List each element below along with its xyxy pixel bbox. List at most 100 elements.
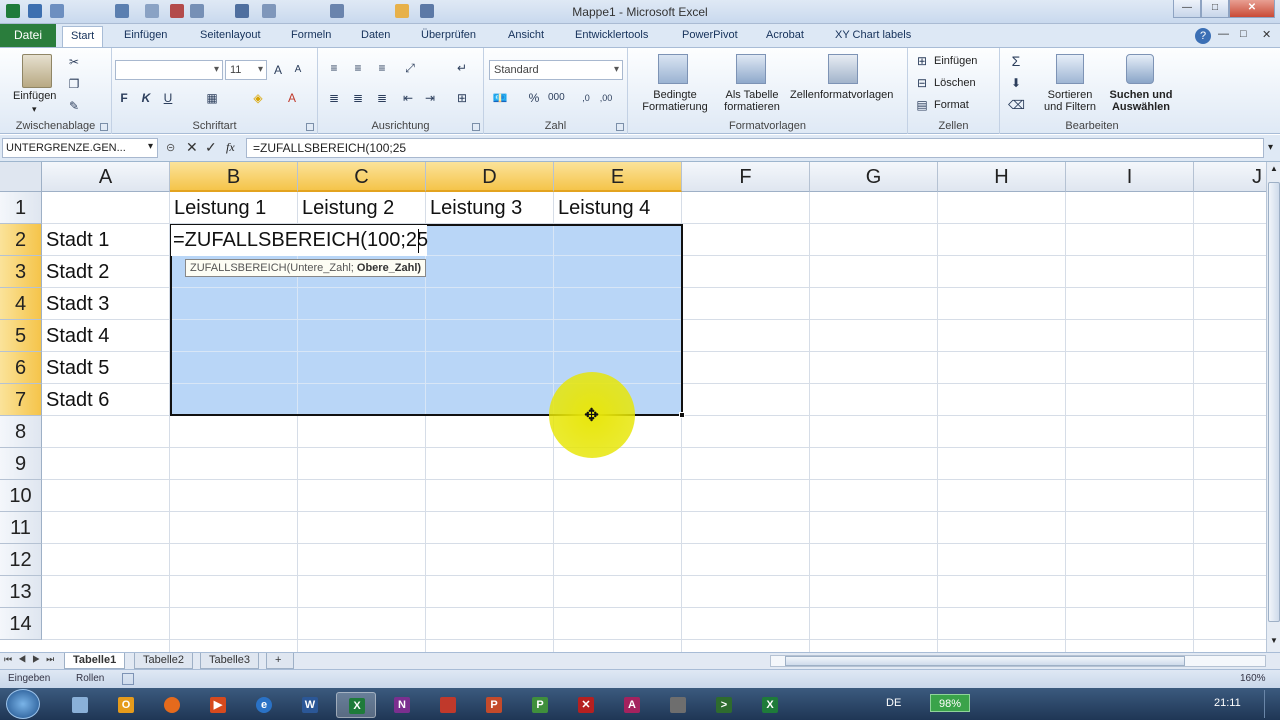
clock[interactable]: 21:11: [1214, 697, 1241, 709]
format-as-table-button[interactable]: Als Tabelle formatieren: [714, 89, 790, 113]
row-header[interactable]: 13: [0, 576, 42, 608]
shrink-font-icon[interactable]: A: [290, 62, 306, 78]
taskbar-app[interactable]: O: [106, 692, 146, 718]
tab-xy-chart-labels[interactable]: XY Chart labels: [827, 26, 919, 46]
cell-e1[interactable]: Leistung 4: [554, 192, 682, 224]
taskbar-app[interactable]: [428, 692, 468, 718]
row-header[interactable]: 11: [0, 512, 42, 544]
cell-a7[interactable]: Stadt 6: [42, 384, 170, 416]
spreadsheet-grid[interactable]: A B C D E F G H I J 1 2 3 4 5 6 7 8 9 10…: [0, 162, 1266, 652]
sheet-tab-3[interactable]: Tabelle3: [200, 653, 259, 669]
clipboard-launcher-icon[interactable]: [100, 123, 108, 131]
number-format-select[interactable]: Standard: [489, 60, 623, 80]
font-size-select[interactable]: 11: [225, 60, 267, 80]
cell-a6[interactable]: Stadt 5: [42, 352, 170, 384]
active-cell-editor[interactable]: =ZUFALLSBEREICH(100;25: [171, 225, 428, 256]
row-header[interactable]: 14: [0, 608, 42, 640]
paste-button[interactable]: Einfügen: [13, 90, 56, 102]
taskbar-app[interactable]: [658, 692, 698, 718]
help-icon[interactable]: ?: [1195, 28, 1211, 44]
column-header-b[interactable]: B: [170, 162, 298, 192]
column-header-g[interactable]: G: [810, 162, 938, 192]
copy-icon[interactable]: ❐: [66, 76, 82, 92]
ribbon-restore-icon[interactable]: □: [1240, 28, 1247, 40]
paste-dropdown-icon[interactable]: ▾: [32, 104, 37, 115]
alignment-launcher-icon[interactable]: [472, 123, 480, 131]
tab-view[interactable]: Ansicht: [500, 26, 552, 46]
grow-font-icon[interactable]: A: [270, 62, 286, 78]
tab-insert[interactable]: Einfügen: [116, 26, 175, 46]
scroll-down-icon[interactable]: ▼: [1268, 636, 1280, 648]
borders-icon[interactable]: ▦: [204, 90, 220, 106]
maximize-button[interactable]: □: [1201, 0, 1229, 18]
column-header-i[interactable]: I: [1066, 162, 1194, 192]
row-header[interactable]: 2: [0, 224, 42, 256]
taskbar-app[interactable]: A: [612, 692, 652, 718]
accounting-format-icon[interactable]: 💶: [492, 90, 508, 106]
row-header[interactable]: 12: [0, 544, 42, 576]
tab-file[interactable]: Datei: [0, 24, 56, 47]
taskbar-app[interactable]: ✕: [566, 692, 606, 718]
taskbar-app[interactable]: [60, 692, 100, 718]
cell-a4[interactable]: Stadt 3: [42, 288, 170, 320]
row-header[interactable]: 9: [0, 448, 42, 480]
tab-developer[interactable]: Entwicklertools: [567, 26, 656, 46]
row-header[interactable]: 7: [0, 384, 42, 416]
scroll-up-icon[interactable]: ▲: [1268, 164, 1280, 176]
tab-powerpivot[interactable]: PowerPivot: [674, 26, 746, 46]
column-header-e[interactable]: E: [554, 162, 682, 192]
number-launcher-icon[interactable]: [616, 123, 624, 131]
minimize-button[interactable]: —: [1173, 0, 1201, 18]
name-box[interactable]: UNTERGRENZE.GEN...: [2, 138, 158, 158]
start-button[interactable]: [6, 689, 40, 719]
align-middle-icon[interactable]: ≡: [350, 60, 366, 76]
insert-sheet-icon[interactable]: +: [266, 653, 294, 669]
show-desktop-button[interactable]: [1264, 690, 1278, 718]
sheet-tab-2[interactable]: Tabelle2: [134, 653, 193, 669]
increase-decimal-icon[interactable]: ,0: [578, 90, 594, 106]
taskbar-app[interactable]: N: [382, 692, 422, 718]
vertical-scrollbar[interactable]: ▲ ▼: [1266, 162, 1280, 652]
cancel-formula-icon[interactable]: ✕: [186, 139, 198, 156]
decrease-indent-icon[interactable]: ⇤: [400, 90, 416, 106]
column-header-h[interactable]: H: [938, 162, 1066, 192]
taskbar-app[interactable]: [152, 692, 192, 718]
tab-acrobat[interactable]: Acrobat: [758, 26, 812, 46]
tab-formulas[interactable]: Formeln: [283, 26, 339, 46]
row-header[interactable]: 6: [0, 352, 42, 384]
column-header-d[interactable]: D: [426, 162, 554, 192]
row-header[interactable]: 10: [0, 480, 42, 512]
column-header-j[interactable]: J: [1194, 162, 1266, 192]
conditional-formatting-button[interactable]: Bedingte Formatierung: [635, 89, 715, 113]
find-select-button[interactable]: Suchen und Auswählen: [1106, 89, 1176, 113]
taskbar-app[interactable]: W: [290, 692, 330, 718]
sheet-tab-1[interactable]: Tabelle1: [64, 653, 126, 669]
language-indicator[interactable]: DE: [886, 697, 901, 709]
align-top-icon[interactable]: ≡: [326, 60, 342, 76]
formula-input[interactable]: =ZUFALLSBEREICH(100;25: [246, 138, 1264, 158]
taskbar-app[interactable]: >: [704, 692, 744, 718]
sheet-nav-icons[interactable]: ⏮◀▶⏭: [4, 654, 60, 665]
ribbon-close-icon[interactable]: ✕: [1262, 28, 1271, 41]
column-header-c[interactable]: C: [298, 162, 426, 192]
row-header[interactable]: 4: [0, 288, 42, 320]
taskbar-app-excel-active[interactable]: X: [336, 692, 376, 718]
enter-formula-icon[interactable]: ✓: [205, 139, 217, 156]
font-name-select[interactable]: [115, 60, 223, 80]
cell-a5[interactable]: Stadt 4: [42, 320, 170, 352]
taskbar-app[interactable]: ▶: [198, 692, 238, 718]
wrap-text-icon[interactable]: ↵: [454, 60, 470, 76]
cell-a2[interactable]: Stadt 1: [42, 224, 170, 256]
increase-indent-icon[interactable]: ⇥: [422, 90, 438, 106]
bold-button[interactable]: F: [116, 90, 132, 106]
row-header[interactable]: 8: [0, 416, 42, 448]
cell-a3[interactable]: Stadt 2: [42, 256, 170, 288]
select-all-corner[interactable]: [0, 162, 42, 192]
function-argument-tooltip[interactable]: ZUFALLSBEREICH(Untere_Zahl; Obere_Zahl): [185, 259, 427, 277]
cell-styles-button[interactable]: Zellenformatvorlagen: [790, 89, 893, 101]
column-header-f[interactable]: F: [682, 162, 810, 192]
tab-data[interactable]: Daten: [353, 26, 398, 46]
close-button[interactable]: ✕: [1229, 0, 1275, 18]
underline-button[interactable]: U: [160, 90, 176, 106]
taskbar-app[interactable]: X: [750, 692, 790, 718]
